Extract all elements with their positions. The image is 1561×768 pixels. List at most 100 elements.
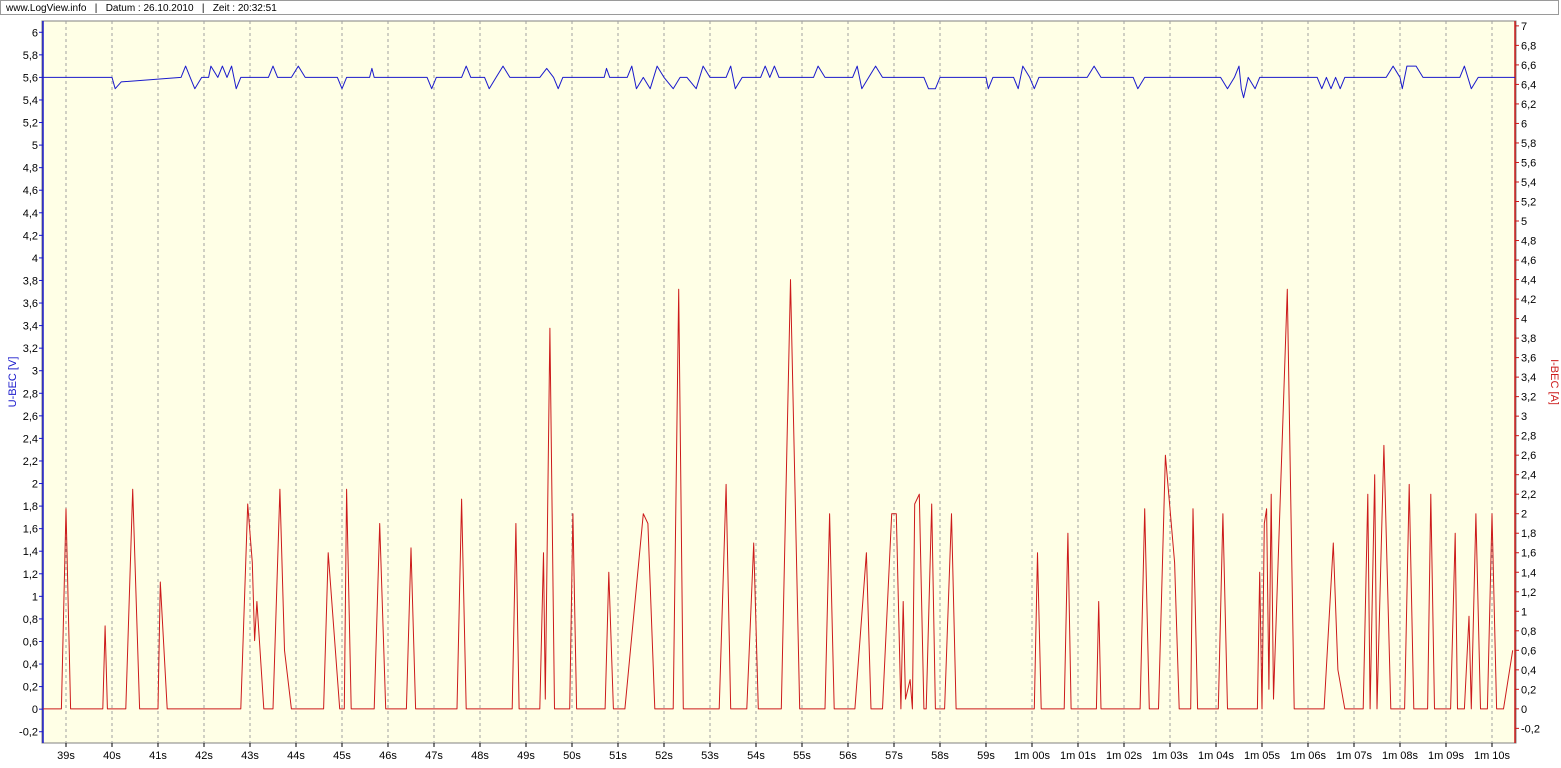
right-tick-label: 7 [1521,21,1527,33]
left-tick-label: -0,2 [19,727,38,739]
x-tick-label: 48s [471,750,489,762]
chart: -0,2 0 0,2 0,4 0,6 0,8 1 1,2 1,4 1,6 1,8 2 2,2 2,4 2,6… [7,20,1560,762]
right-tick-label: 2,8 [1521,431,1536,443]
left-tick-label: 5,8 [23,50,38,62]
left-tick-label: 4,2 [23,230,38,242]
left-tick-label: 1,8 [23,501,38,513]
x-tick-label: 1m 09s [1428,750,1465,762]
left-tick-label: 0,2 [23,682,38,694]
x-tick-label: 45s [333,750,351,762]
x-tick-label: 1m 02s [1106,750,1143,762]
left-tick-label: 3,6 [23,298,38,310]
right-tick-label: 2 [1521,509,1527,521]
right-tick-label: 5 [1521,216,1527,228]
x-tick-label: 43s [241,750,259,762]
header-bar: www.LogView.info | Datum : 26.10.2010 | … [0,0,1559,15]
left-tick-label: 3,4 [23,321,38,333]
x-tick-label: 40s [103,750,121,762]
x-tick-label: 52s [655,750,673,762]
x-tick-label: 53s [701,750,719,762]
left-tick-label: 3 [32,366,38,378]
left-tick-label: 1,4 [23,546,38,558]
x-tick-label: 54s [747,750,765,762]
right-tick-label: 6,6 [1521,60,1536,72]
left-tick-label: 5,6 [23,72,38,84]
x-tick-label: 44s [287,750,305,762]
site-label[interactable]: www.LogView.info [6,3,86,14]
x-tick-label: 1m 07s [1336,750,1373,762]
x-tick-label: 1m 08s [1382,750,1419,762]
left-tick-label: 2,4 [23,433,38,445]
x-tick-label: 1m 10s [1474,750,1511,762]
left-axis-ticks: -0,2 0 0,2 0,4 0,6 0,8 1 1,2 1,4 1,6 1,8 2 2,2 2,4 2,6… [19,27,43,739]
left-tick-label: 5 [32,140,38,152]
right-axis-label: I-BEC [A] [1548,359,1560,405]
date-label: Datum : 26.10.2010 [105,3,194,14]
x-tick-label: 1m 06s [1290,750,1327,762]
x-tick-label: 1m 00s [1014,750,1051,762]
left-tick-label: 2,8 [23,388,38,400]
x-tick-label: 1m 03s [1152,750,1189,762]
left-tick-label: 1,6 [23,524,38,536]
right-tick-label: 5,2 [1521,197,1536,209]
x-tick-label: 57s [885,750,903,762]
right-tick-label: 2,2 [1521,489,1536,501]
x-tick-label: 41s [149,750,167,762]
right-tick-label: 6,2 [1521,99,1536,111]
left-tick-label: 1 [32,591,38,603]
x-tick-label: 47s [425,750,443,762]
plot-area [41,20,1517,744]
right-tick-label: 5,6 [1521,157,1536,169]
right-tick-label: 0 [1521,704,1527,716]
right-tick-label: 0,2 [1521,684,1536,696]
left-axis-label: U-BEC [V] [7,357,19,408]
right-tick-label: 3,4 [1521,372,1536,384]
left-tick-label: 3,8 [23,275,38,287]
left-tick-label: 4,4 [23,208,38,220]
left-tick-label: 5,2 [23,118,38,130]
left-tick-label: 0,6 [23,636,38,648]
right-tick-label: 4,2 [1521,294,1536,306]
right-tick-label: 5,4 [1521,177,1536,189]
right-tick-label: -0,2 [1521,723,1540,735]
right-tick-label: 3,2 [1521,392,1536,404]
left-tick-label: 2 [32,479,38,491]
right-tick-label: 6,4 [1521,79,1536,91]
left-tick-label: 4,6 [23,185,38,197]
x-tick-label: 55s [793,750,811,762]
x-tick-label: 56s [839,750,857,762]
right-tick-label: 0,8 [1521,626,1536,638]
right-tick-label: 5,8 [1521,138,1536,150]
left-tick-label: 4 [32,253,38,265]
right-tick-label: 4,8 [1521,236,1536,248]
left-tick-label: 6 [32,27,38,39]
x-tick-label: 46s [379,750,397,762]
right-tick-label: 6 [1521,118,1527,130]
x-tick-label: 50s [563,750,581,762]
right-tick-label: 3,8 [1521,333,1536,345]
left-tick-label: 0,8 [23,614,38,626]
right-tick-label: 3,6 [1521,353,1536,365]
x-tick-label: 58s [931,750,949,762]
x-tick-label: 42s [195,750,213,762]
right-tick-label: 2,4 [1521,470,1536,482]
left-tick-label: 2,2 [23,456,38,468]
x-tick-label: 49s [517,750,535,762]
right-tick-label: 0,4 [1521,665,1536,677]
left-tick-label: 5,4 [23,95,38,107]
right-tick-label: 4,4 [1521,275,1536,287]
right-tick-label: 0,6 [1521,645,1536,657]
left-tick-label: 0,4 [23,659,38,671]
left-tick-label: 4,8 [23,163,38,175]
x-tick-label: 1m 05s [1244,750,1281,762]
x-axis-ticks: 39s 40s 41s 42s 43s 44s 45s 46s 47s 48s 49s 50s 51s 5… [57,743,1511,762]
right-tick-label: 1,8 [1521,528,1536,540]
x-tick-label: 51s [609,750,627,762]
right-tick-label: 4,6 [1521,255,1536,267]
left-tick-label: 2,6 [23,411,38,423]
right-tick-label: 4 [1521,314,1527,326]
x-tick-label: 59s [977,750,995,762]
x-tick-label: 1m 01s [1060,750,1097,762]
right-tick-label: 1 [1521,606,1527,618]
right-tick-label: 6,8 [1521,40,1536,52]
